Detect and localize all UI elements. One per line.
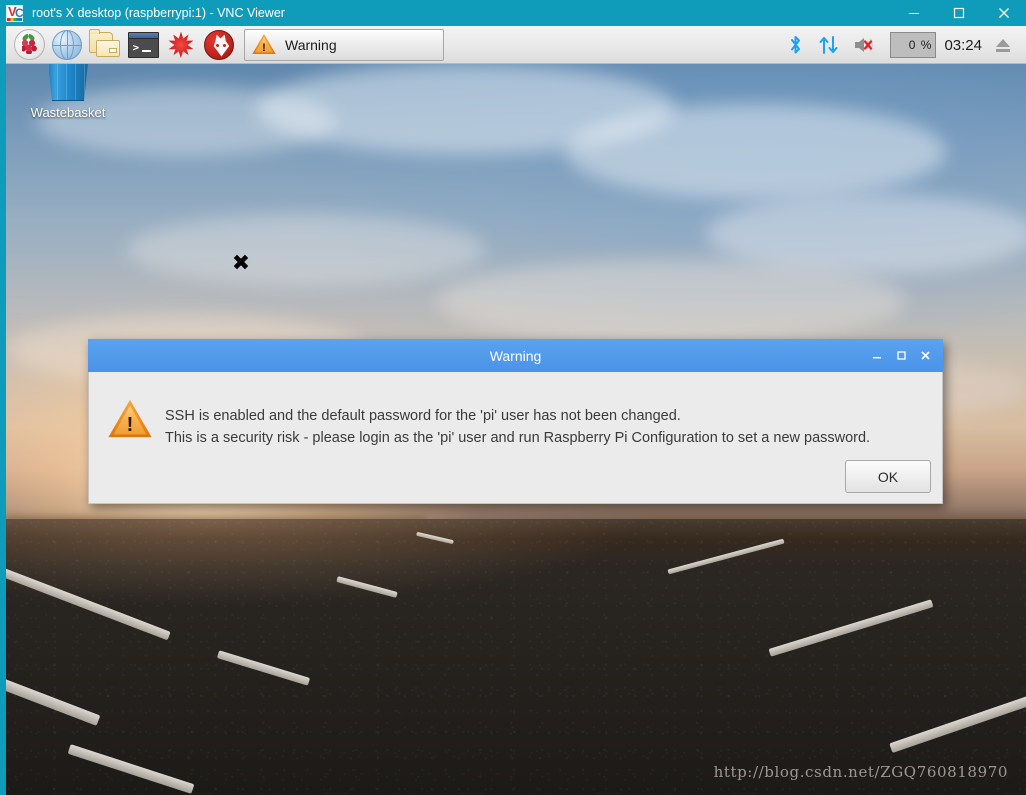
wolfram-icon — [204, 29, 234, 60]
folder-front — [96, 39, 120, 57]
remote-desktop-viewport: http://blog.csdn.net/ZGQ760818970 Wasteb… — [6, 26, 1026, 795]
watermark-text: http://blog.csdn.net/ZGQ760818970 — [713, 763, 1008, 781]
warning-exclamation-mark: ! — [262, 41, 266, 54]
dialog-titlebar[interactable]: Warning — [88, 339, 943, 372]
vnc-titlebar: V C root's X desktop (raspberrypi:1) - V… — [0, 0, 1026, 26]
network-button[interactable] — [811, 26, 846, 64]
cpu-usage-monitor[interactable]: 0 % — [890, 32, 937, 58]
cpu-usage-value: 0 % — [908, 38, 933, 52]
vnc-logo-stripes — [7, 17, 22, 21]
dialog-maximize-button[interactable] — [889, 339, 913, 372]
warning-exclamation-mark: ! — [126, 414, 134, 436]
dialog-body: ! SSH is enabled and the default passwor… — [88, 372, 943, 504]
mathematica-button[interactable] — [162, 26, 200, 64]
taskbar-launchers: > — [6, 26, 238, 64]
vnc-logo-icon: V C — [6, 4, 24, 22]
dialog-message-line-1: SSH is enabled and the default password … — [165, 408, 681, 424]
warning-triangle-icon: ! — [252, 33, 276, 56]
web-browser-icon — [52, 29, 82, 60]
mathematica-icon — [167, 31, 195, 59]
bluetooth-button[interactable] — [780, 26, 811, 64]
raspberry-menu-button[interactable] — [10, 26, 48, 64]
cloud — [436, 259, 906, 344]
dialog-message: SSH is enabled and the default password … — [165, 405, 922, 449]
warning-dialog: Warning ! SSH is enabled and the default… — [88, 339, 943, 504]
vnc-close-button[interactable] — [981, 0, 1026, 26]
taskbar-window-button-warning[interactable]: ! Warning — [244, 28, 444, 61]
wastebasket-body — [48, 63, 88, 101]
clock[interactable]: 03:24 — [940, 26, 986, 64]
vnc-maximize-button[interactable] — [936, 0, 981, 26]
terminal-prompt: > — [132, 40, 140, 54]
cloud — [566, 104, 946, 199]
terminal-titlebar — [128, 32, 158, 39]
system-tray: 0 % 03:24 — [780, 26, 1020, 64]
wolf-eye-left — [216, 43, 219, 47]
terminal-cursor — [141, 49, 151, 52]
web-browser-button[interactable] — [48, 26, 86, 64]
ok-button[interactable]: OK — [845, 460, 931, 493]
vnc-minimize-button[interactable] — [891, 0, 936, 26]
x-cursor: ✖ — [231, 251, 251, 276]
dialog-minimize-button[interactable] — [865, 339, 889, 372]
lxde-taskbar: > ! Warning 0 % 03:24 — [6, 26, 1026, 64]
vnc-viewer-window: V C root's X desktop (raspberrypi:1) - V… — [0, 0, 1026, 795]
wolf-head — [213, 34, 230, 57]
vnc-window-controls — [891, 0, 1026, 26]
file-manager-button[interactable] — [86, 26, 124, 64]
terminal-button[interactable]: > — [124, 26, 162, 64]
dialog-message-line-2: This is a security risk - please login a… — [165, 430, 871, 446]
terminal-icon: > — [127, 31, 159, 58]
dialog-window-controls — [865, 339, 937, 372]
raspberry-berry — [21, 40, 37, 54]
eject-icon — [996, 39, 1010, 52]
wastebasket-label: Wastebasket — [30, 105, 106, 120]
clock-time: 03:24 — [944, 36, 982, 54]
dialog-title: Warning — [489, 347, 542, 364]
globe-meridian — [60, 30, 74, 59]
dialog-close-button[interactable] — [913, 339, 937, 372]
wolfram-button[interactable] — [200, 26, 238, 64]
taskbar-window-label: Warning — [285, 36, 337, 53]
warning-triangle-icon: ! — [108, 399, 152, 440]
network-updown-icon — [819, 36, 838, 54]
cloud — [126, 214, 486, 286]
wallpaper-road — [6, 519, 1026, 795]
vnc-window-title: root's X desktop (raspberrypi:1) - VNC V… — [32, 6, 285, 20]
eject-button[interactable] — [986, 26, 1020, 64]
wolf-eye-right — [223, 43, 226, 47]
volume-muted-icon — [855, 37, 874, 53]
file-manager-icon — [89, 28, 121, 58]
taskbar-window-list: ! Warning — [244, 26, 444, 64]
volume-button[interactable] — [846, 26, 886, 64]
raspberry-menu-icon — [13, 29, 45, 60]
bluetooth-icon — [791, 36, 801, 54]
